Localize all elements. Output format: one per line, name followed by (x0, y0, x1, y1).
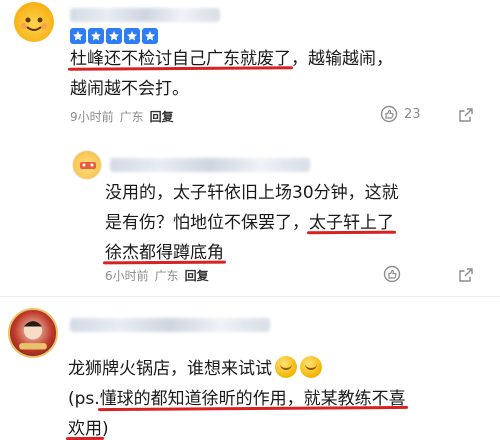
avatar[interactable] (8, 308, 58, 358)
share-icon[interactable] (458, 107, 474, 123)
star-icon (88, 28, 104, 44)
highlighted-text: 杜峰还不检讨自己广东就废了 (70, 49, 291, 69)
like-icon (380, 105, 398, 123)
share-icon[interactable] (458, 267, 474, 283)
reply-button[interactable]: 回复 (150, 108, 174, 125)
location: 广东 (154, 269, 179, 283)
comment-text: 没用的，太子轩依旧上场30分钟，这就 是有伤？怕地位不保罢了，太子轩上了 徐杰都… (105, 183, 399, 263)
star-icon (70, 28, 86, 44)
reply-button[interactable]: 回复 (185, 267, 209, 284)
star-icon (106, 28, 122, 44)
username-blurred[interactable] (70, 8, 220, 22)
highlighted-text: 太子轩上了 (309, 213, 394, 233)
comment-meta: 9小时前 广东 回复 (70, 108, 174, 125)
avatar[interactable] (14, 2, 54, 42)
star-icon (124, 28, 140, 44)
username-blurred[interactable] (110, 158, 310, 172)
username-blurred[interactable] (70, 318, 270, 332)
location: 广东 (119, 110, 144, 124)
divider (0, 296, 500, 297)
avatar-character-icon (19, 321, 47, 350)
rating-stars (70, 28, 158, 44)
like-button[interactable] (383, 265, 401, 283)
avatar-face-icon (21, 17, 47, 31)
highlighted-text: 欢用 (68, 419, 102, 439)
highlighted-text: 徐杰都得蹲底角 (105, 243, 224, 263)
timestamp: 9小时前 (70, 110, 114, 124)
grin-emoji-icon (275, 356, 297, 378)
like-button[interactable]: 23 (380, 105, 421, 123)
comment-text: 龙狮牌火锅店，谁想来试试 (ps.懂球的都知道徐昕的作用，就某教练不喜 欢用) (68, 354, 493, 440)
like-icon (383, 265, 401, 283)
comment-meta: 6小时前 广东 回复 (105, 267, 209, 284)
like-count: 23 (404, 106, 421, 122)
avatar[interactable] (72, 150, 102, 180)
grin-emoji-icon (300, 356, 322, 378)
highlighted-text: 懂球的都知道徐昕的作用，就某教练不喜 (99, 389, 406, 409)
timestamp: 6小时前 (105, 269, 149, 283)
avatar-face-icon (80, 162, 96, 169)
star-icon (142, 28, 158, 44)
comment-text: 杜峰还不检讨自己广东就废了，越输越闹， 越闹越不会打。 (70, 49, 393, 99)
